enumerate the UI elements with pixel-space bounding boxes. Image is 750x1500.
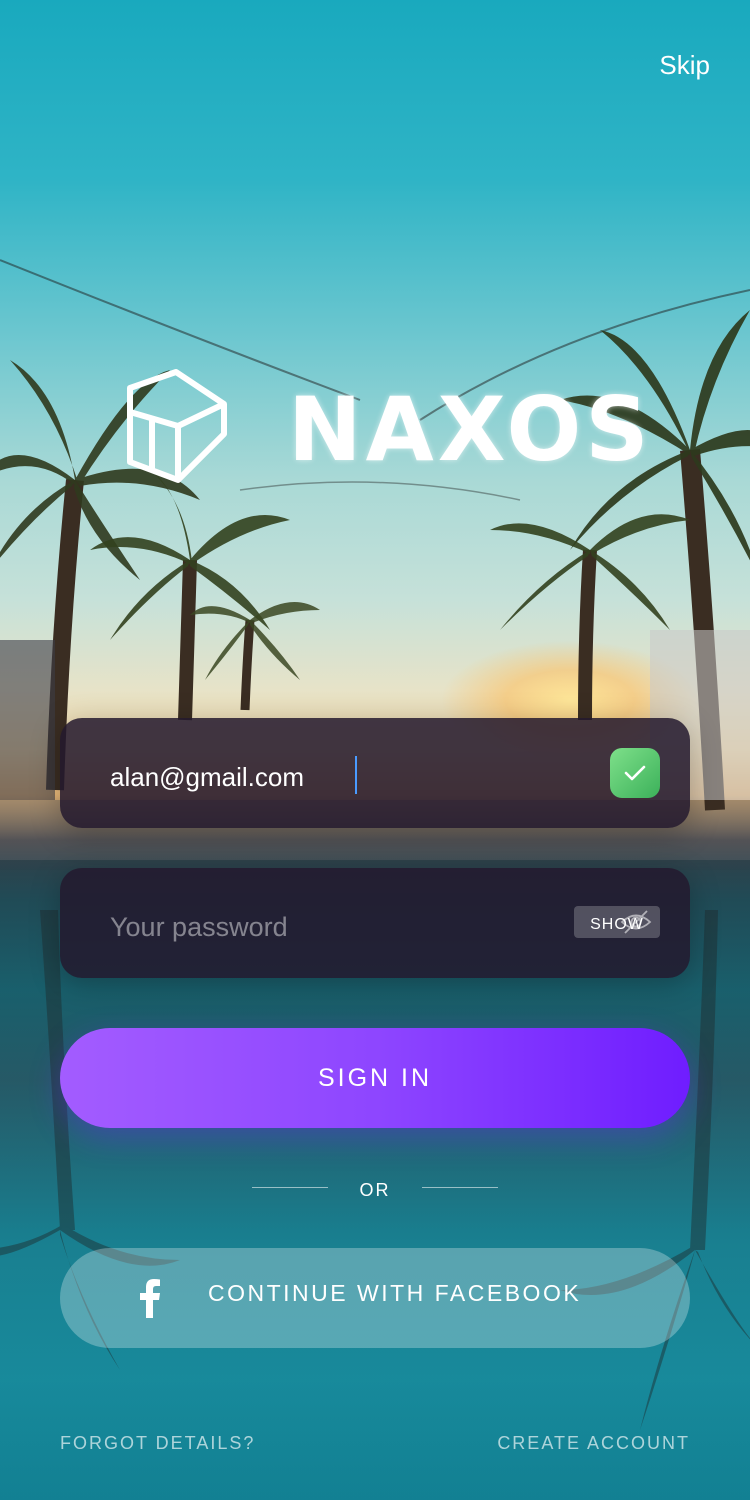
password-field[interactable]: Your password SHOW	[60, 868, 690, 978]
check-icon	[624, 765, 646, 781]
brand-logo: NAXOS	[118, 368, 649, 492]
password-placeholder: Your password	[110, 912, 288, 942]
play-cube-icon	[127, 369, 227, 483]
create-account-link[interactable]: CREATE ACCOUNT	[497, 1433, 690, 1454]
brand-name: NAXOS	[288, 378, 653, 481]
text-caret	[355, 756, 357, 794]
divider-line-right	[422, 1187, 498, 1188]
skip-link[interactable]: Skip	[659, 50, 710, 81]
or-label: OR	[359, 1180, 391, 1200]
sign-in-button[interactable]: SIGN IN	[60, 1028, 690, 1128]
show-password-label: SHOW	[590, 916, 644, 933]
forgot-details-link[interactable]: FORGOT DETAILS?	[60, 1433, 255, 1454]
facebook-icon	[140, 1279, 160, 1318]
login-screen: Skip NAXOS alan@gmail.com Your password	[0, 0, 750, 1500]
facebook-button-label: CONTINUE WITH FACEBOOK	[208, 1280, 582, 1306]
show-password-button[interactable]: SHOW	[574, 906, 660, 938]
email-valid-badge	[610, 748, 660, 798]
continue-with-facebook-button[interactable]: CONTINUE WITH FACEBOOK	[60, 1248, 690, 1348]
email-field[interactable]: alan@gmail.com	[60, 718, 690, 828]
or-divider: OR	[0, 1180, 750, 1204]
email-value: alan@gmail.com	[110, 762, 305, 792]
sign-in-label: SIGN IN	[317, 1063, 433, 1092]
